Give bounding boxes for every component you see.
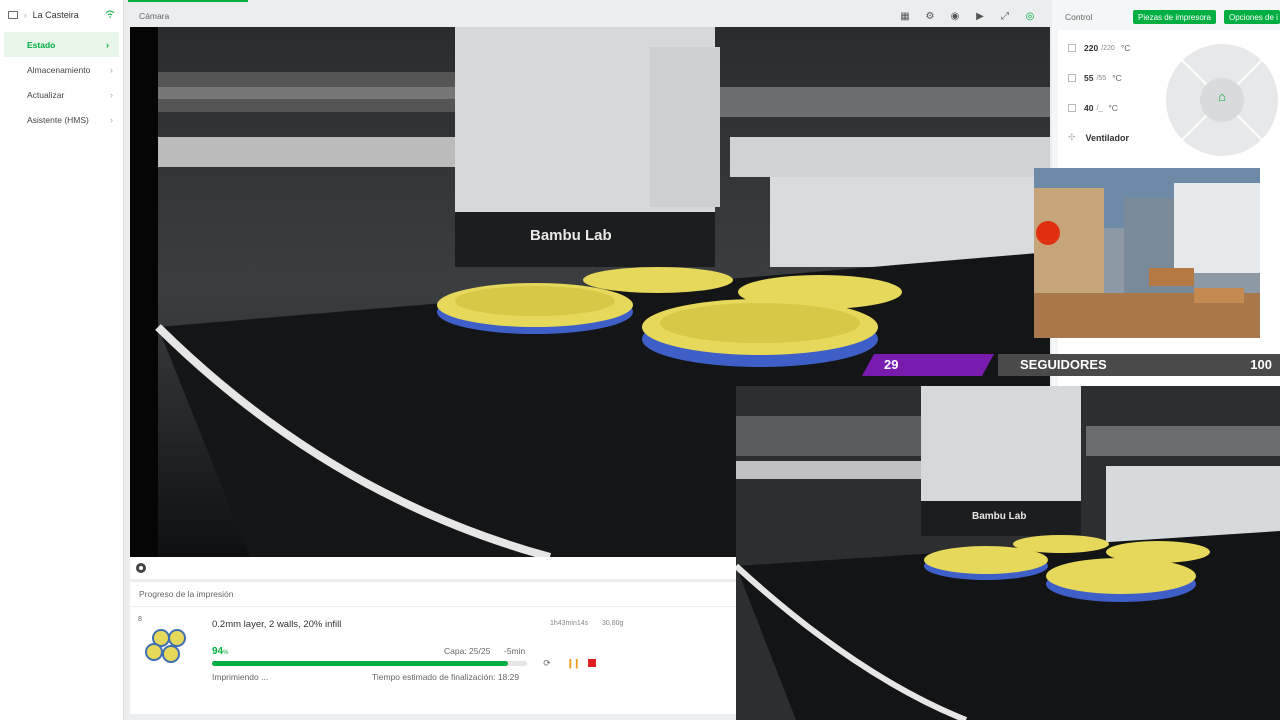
chevron-right-icon: › <box>24 10 27 20</box>
home-icon[interactable]: ⌂ <box>1215 90 1229 104</box>
printer-icon <box>8 11 18 19</box>
progress-title: Progreso de la impresión <box>139 589 234 599</box>
printer-options-button[interactable]: Opciones de i <box>1224 10 1280 24</box>
bed-target: /55 <box>1096 74 1107 82</box>
jog-center[interactable]: ⌂ <box>1200 78 1244 122</box>
estimated-finish: Tiempo estimado de finalización: 18:29 <box>372 672 520 682</box>
stop-button[interactable] <box>587 658 597 668</box>
nozzle-target: /220 <box>1101 44 1115 52</box>
jog-pad[interactable]: ⌂ <box>1166 44 1278 156</box>
sidebar-item-asistente[interactable]: Asistente (HMS) › <box>0 107 123 132</box>
control-title: Control <box>1065 12 1093 22</box>
printer-selector[interactable]: › La Casteira <box>0 0 123 30</box>
chevron-right-icon: › <box>110 89 113 100</box>
chevron-right-icon: › <box>110 114 113 125</box>
video-controls-strip <box>130 557 736 579</box>
printer-name: La Casteira <box>32 10 79 20</box>
timelapse-icon[interactable]: ▦ <box>898 10 912 22</box>
camera-title: Cámara <box>139 11 170 21</box>
record-video-icon[interactable]: ▶ <box>973 10 987 22</box>
chamber-target: /_ <box>1096 104 1103 112</box>
chevron-right-icon: › <box>110 64 113 75</box>
fan-icon: ✣ <box>1068 132 1076 142</box>
job-duration: 1h43min14s <box>550 620 589 627</box>
followers-bar: 29 SEGUIDORES 100 <box>862 354 1280 376</box>
sidebar-item-label: Actualizar <box>27 89 65 100</box>
bed-icon <box>1068 74 1076 82</box>
secondary-camera-feed: Bambu Lab <box>736 386 1280 720</box>
sidebar-item-label: Estado <box>27 39 56 50</box>
chamber-current: 40 <box>1084 103 1094 113</box>
camera-header: Cámara ▦ ⚙ ◉ ▶ ⤢ ◎ <box>130 6 1045 26</box>
print-status: Imprimiendo ... <box>212 672 269 682</box>
camera-brand-text: Bambu Lab <box>530 227 612 244</box>
bed-current: 55 <box>1084 73 1094 83</box>
job-weight: 30,80g <box>602 620 624 627</box>
followers-label: SEGUIDORES <box>998 354 1280 376</box>
fan-control[interactable]: ✣ Ventilador <box>1068 132 1129 143</box>
chamber-icon <box>1068 104 1076 112</box>
job-name: 0.2mm layer, 2 walls, 20% infill <box>212 619 342 630</box>
fan-label: Ventilador <box>1085 132 1130 143</box>
reload-icon[interactable]: ⟳ <box>542 658 552 668</box>
sidebar-item-label: Asistente (HMS) <box>27 114 89 125</box>
record-icon[interactable] <box>136 563 146 573</box>
chevron-right-icon: › <box>106 39 109 50</box>
followers-goal: 100 <box>1250 357 1272 372</box>
divider <box>130 606 736 607</box>
bed-temp[interactable]: 55 /55 °C <box>1068 73 1122 83</box>
print-thumbnail <box>144 628 194 664</box>
printer-parts-button[interactable]: Piezas de impresora <box>1133 10 1216 24</box>
stop-icon <box>588 659 596 667</box>
progress-percent: 94% <box>212 646 229 657</box>
chamber-unit: °C <box>1108 103 1118 113</box>
time-remaining: -5min <box>504 646 526 656</box>
chamber-temp[interactable]: 40 /_ °C <box>1068 103 1118 113</box>
secondary-brand-text: Bambu Lab <box>972 511 1026 522</box>
plate-number: 8 <box>138 616 142 623</box>
live-status-icon[interactable]: ◎ <box>1023 10 1037 22</box>
sidebar-item-label: Almacenamiento <box>27 64 91 75</box>
sidebar: › La Casteira Estado › Almacenamiento › … <box>0 0 124 720</box>
wifi-icon <box>105 10 115 20</box>
nozzle-current: 220 <box>1084 43 1099 53</box>
sidebar-item-almacenamiento[interactable]: Almacenamiento › <box>0 57 123 82</box>
bed-unit: °C <box>1112 73 1122 83</box>
fullscreen-icon[interactable]: ⤢ <box>998 10 1012 22</box>
print-progress-panel: Progreso de la impresión 8 0.2mm layer, … <box>130 582 736 714</box>
followers-count: 29 <box>862 354 994 376</box>
nozzle-temp[interactable]: 220 /220 °C <box>1068 43 1130 53</box>
sidebar-item-estado[interactable]: Estado › <box>4 32 119 57</box>
active-indicator <box>128 0 248 2</box>
camera-switch-icon[interactable]: ⚙ <box>923 10 937 22</box>
pause-button[interactable]: ❙❙ <box>566 658 580 668</box>
nozzle-unit: °C <box>1120 43 1131 53</box>
progress-bar-fill <box>212 661 509 666</box>
webcam-overlay <box>1034 168 1260 338</box>
sidebar-item-actualizar[interactable]: Actualizar › <box>0 82 123 107</box>
progress-bar <box>212 661 527 666</box>
webcam-icon[interactable]: ◉ <box>948 10 962 22</box>
layer-count: Capa: 25/25 <box>444 646 491 656</box>
nozzle-icon <box>1068 44 1076 52</box>
